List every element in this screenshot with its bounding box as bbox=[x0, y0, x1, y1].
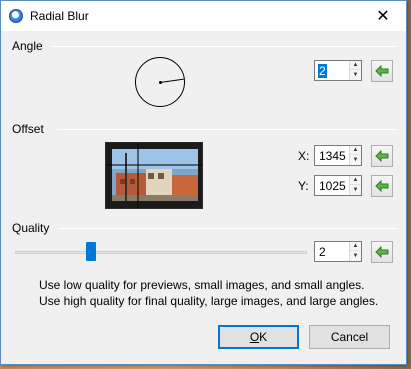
offset-y-label: Y: bbox=[298, 179, 309, 193]
quality-separator bbox=[59, 228, 397, 229]
quality-slider-thumb[interactable] bbox=[85, 242, 96, 261]
back-arrow-icon bbox=[375, 65, 389, 77]
quality-spinbox[interactable]: 2 ▲ ▼ bbox=[314, 241, 362, 262]
angle-value[interactable]: 2 bbox=[318, 64, 327, 78]
offset-x-spin-arrows: ▲ ▼ bbox=[349, 146, 361, 165]
offset-section-label: Offset bbox=[12, 122, 44, 136]
preview-thumbnail bbox=[106, 143, 202, 208]
angle-spin-arrows: ▲ ▼ bbox=[349, 61, 361, 80]
quality-section-label: Quality bbox=[12, 221, 50, 235]
angle-separator bbox=[51, 46, 397, 47]
quality-spin-down-icon[interactable]: ▼ bbox=[350, 251, 361, 260]
back-arrow-icon bbox=[375, 150, 389, 162]
quality-hint-line1: Use low quality for previews, small imag… bbox=[39, 278, 365, 292]
quality-hint-line2: Use high quality for final quality, larg… bbox=[39, 294, 379, 308]
offset-x-label: X: bbox=[298, 149, 310, 163]
radial-blur-dialog: Radial Blur ✕ Angle 2 ▲ ▼ Offset X: 1345… bbox=[0, 0, 407, 365]
angle-dial-hand bbox=[159, 78, 184, 83]
angle-reset-button[interactable] bbox=[371, 60, 393, 82]
ok-mnemonic: O bbox=[249, 330, 260, 344]
offset-y-reset-button[interactable] bbox=[371, 175, 393, 197]
title-bar[interactable]: Radial Blur ✕ bbox=[1, 1, 406, 31]
angle-spin-down-icon[interactable]: ▼ bbox=[350, 70, 361, 79]
angle-spinbox[interactable]: 2 ▲ ▼ bbox=[314, 60, 362, 81]
offset-separator bbox=[57, 129, 397, 130]
quality-reset-button[interactable] bbox=[371, 241, 393, 263]
window-title: Radial Blur bbox=[30, 9, 89, 23]
offset-x-spin-down-icon[interactable]: ▼ bbox=[350, 155, 361, 164]
offset-x-spinbox[interactable]: 1345 ▲ ▼ bbox=[314, 145, 362, 166]
offset-preview-image[interactable] bbox=[105, 142, 203, 209]
back-arrow-icon bbox=[375, 246, 389, 258]
app-icon bbox=[9, 9, 23, 23]
offset-x-spin-up-icon[interactable]: ▲ bbox=[350, 146, 361, 155]
offset-x-value[interactable]: 1345 bbox=[318, 149, 347, 163]
quality-spin-arrows: ▲ ▼ bbox=[349, 242, 361, 261]
quality-slider-track[interactable] bbox=[15, 251, 307, 254]
cancel-button[interactable]: Cancel bbox=[309, 325, 390, 349]
angle-dial-center bbox=[159, 81, 162, 84]
quality-spin-up-icon[interactable]: ▲ bbox=[350, 242, 361, 251]
back-arrow-icon bbox=[375, 180, 389, 192]
offset-y-spin-down-icon[interactable]: ▼ bbox=[350, 185, 361, 194]
close-button[interactable]: ✕ bbox=[360, 1, 406, 31]
angle-section-label: Angle bbox=[12, 39, 43, 53]
offset-y-spin-up-icon[interactable]: ▲ bbox=[350, 176, 361, 185]
ok-label-rest: K bbox=[259, 330, 268, 344]
offset-y-spin-arrows: ▲ ▼ bbox=[349, 176, 361, 195]
ok-button[interactable]: OK bbox=[218, 325, 299, 349]
angle-dial[interactable] bbox=[135, 57, 185, 107]
offset-y-spinbox[interactable]: 1025 ▲ ▼ bbox=[314, 175, 362, 196]
offset-x-reset-button[interactable] bbox=[371, 145, 393, 167]
quality-value[interactable]: 2 bbox=[318, 245, 327, 259]
offset-y-value[interactable]: 1025 bbox=[318, 179, 347, 193]
angle-spin-up-icon[interactable]: ▲ bbox=[350, 61, 361, 70]
